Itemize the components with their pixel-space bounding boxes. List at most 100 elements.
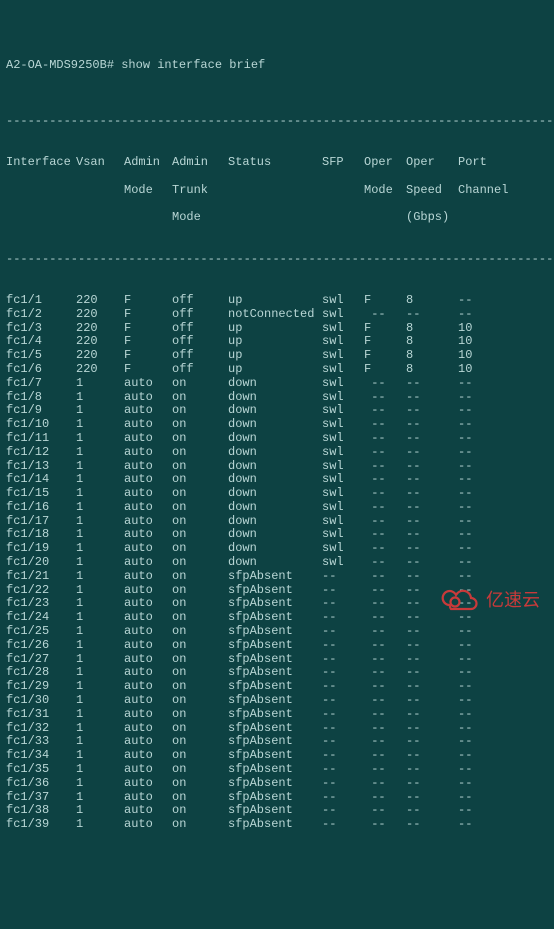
cell-port: -- — [458, 556, 518, 570]
cell-iface: fc1/39 — [6, 818, 76, 832]
cell-admin: auto — [124, 625, 172, 639]
table-row: fc1/81autoondownswl ------ — [6, 391, 548, 405]
cell-oper: F — [364, 335, 406, 349]
cell-status: sfpAbsent — [228, 625, 322, 639]
cell-admin: auto — [124, 556, 172, 570]
table-row: fc1/161autoondownswl ------ — [6, 501, 548, 515]
cell-trunk: on — [172, 391, 228, 405]
cell-port: -- — [458, 639, 518, 653]
cell-port: -- — [458, 528, 518, 542]
cell-sfp: -- — [322, 666, 364, 680]
cell-trunk: on — [172, 694, 228, 708]
table-row: fc1/131autoondownswl ------ — [6, 460, 548, 474]
cell-speed: -- — [406, 528, 458, 542]
header-row-2: Mode Trunk Mode Speed Channel — [6, 184, 548, 198]
cell-iface: fc1/25 — [6, 625, 76, 639]
cell-port: -- — [458, 653, 518, 667]
cell-oper: -- — [364, 653, 406, 667]
table-row: fc1/311autoonsfpAbsent-- ------ — [6, 708, 548, 722]
cell-sfp: -- — [322, 597, 364, 611]
table-row: fc1/121autoondownswl ------ — [6, 446, 548, 460]
cell-speed: -- — [406, 791, 458, 805]
cell-sfp: swl — [322, 377, 364, 391]
cell-admin: auto — [124, 791, 172, 805]
cell-sfp: swl — [322, 335, 364, 349]
cell-status: sfpAbsent — [228, 708, 322, 722]
cell-status: up — [228, 322, 322, 336]
cell-oper: F — [364, 349, 406, 363]
command-prompt[interactable]: A2-OA-MDS9250B# show interface brief — [6, 59, 548, 73]
cell-status: up — [228, 294, 322, 308]
cell-vsan: 1 — [76, 708, 124, 722]
cell-admin: auto — [124, 763, 172, 777]
header-admin-mode: Admin — [124, 156, 172, 170]
table-row: fc1/141autoondownswl ------ — [6, 473, 548, 487]
cell-vsan: 1 — [76, 625, 124, 639]
table-row: fc1/261autoonsfpAbsent-- ------ — [6, 639, 548, 653]
cell-port: -- — [458, 377, 518, 391]
cell-trunk: on — [172, 791, 228, 805]
table-row: fc1/181autoondownswl ------ — [6, 528, 548, 542]
cell-trunk: on — [172, 653, 228, 667]
cell-trunk: on — [172, 418, 228, 432]
cell-status: sfpAbsent — [228, 584, 322, 598]
cell-iface: fc1/20 — [6, 556, 76, 570]
cell-status: down — [228, 473, 322, 487]
cell-status: sfpAbsent — [228, 570, 322, 584]
cell-iface: fc1/29 — [6, 680, 76, 694]
cell-iface: fc1/28 — [6, 666, 76, 680]
cell-admin: auto — [124, 487, 172, 501]
cell-vsan: 1 — [76, 404, 124, 418]
cell-iface: fc1/38 — [6, 804, 76, 818]
cell-sfp: swl — [322, 542, 364, 556]
cell-sfp: swl — [322, 294, 364, 308]
cell-admin: auto — [124, 777, 172, 791]
cell-oper: -- — [364, 791, 406, 805]
cell-status: down — [228, 515, 322, 529]
cell-sfp: -- — [322, 777, 364, 791]
table-row: fc1/301autoonsfpAbsent-- ------ — [6, 694, 548, 708]
cell-sfp: -- — [322, 611, 364, 625]
table-row: fc1/2220FoffnotConnectedswl ------ — [6, 308, 548, 322]
cell-status: sfpAbsent — [228, 639, 322, 653]
cell-sfp: -- — [322, 722, 364, 736]
cell-oper: F — [364, 322, 406, 336]
cell-status: sfpAbsent — [228, 763, 322, 777]
cell-speed: -- — [406, 722, 458, 736]
header-vsan: Vsan — [76, 156, 124, 170]
table-row: fc1/3220FoffupswlF810 — [6, 322, 548, 336]
cell-iface: fc1/16 — [6, 501, 76, 515]
cell-oper: -- — [364, 749, 406, 763]
cell-admin: auto — [124, 542, 172, 556]
cell-iface: fc1/17 — [6, 515, 76, 529]
cell-iface: fc1/7 — [6, 377, 76, 391]
cell-oper: -- — [364, 570, 406, 584]
cell-oper: -- — [364, 680, 406, 694]
cell-vsan: 1 — [76, 611, 124, 625]
cell-speed: -- — [406, 515, 458, 529]
table-row: fc1/71autoondownswl ------ — [6, 377, 548, 391]
cell-admin: auto — [124, 460, 172, 474]
cell-port: -- — [458, 460, 518, 474]
table-row: fc1/361autoonsfpAbsent-- ------ — [6, 777, 548, 791]
cell-port: -- — [458, 418, 518, 432]
cell-speed: -- — [406, 487, 458, 501]
cell-trunk: on — [172, 432, 228, 446]
cell-speed: -- — [406, 446, 458, 460]
cell-sfp: swl — [322, 487, 364, 501]
cell-iface: fc1/31 — [6, 708, 76, 722]
table-row: fc1/321autoonsfpAbsent-- ------ — [6, 722, 548, 736]
cell-iface: fc1/12 — [6, 446, 76, 460]
watermark-text: 亿速云 — [486, 590, 540, 611]
cell-oper: -- — [364, 460, 406, 474]
cell-speed: -- — [406, 639, 458, 653]
interface-table-body: fc1/1220FoffupswlF8--fc1/2220FoffnotConn… — [6, 294, 548, 832]
cell-sfp: swl — [322, 515, 364, 529]
table-row: fc1/351autoonsfpAbsent-- ------ — [6, 763, 548, 777]
cell-port: 10 — [458, 363, 518, 377]
cell-oper: -- — [364, 804, 406, 818]
cell-sfp: swl — [322, 460, 364, 474]
cell-port: -- — [458, 473, 518, 487]
cell-admin: auto — [124, 501, 172, 515]
cell-speed: -- — [406, 735, 458, 749]
